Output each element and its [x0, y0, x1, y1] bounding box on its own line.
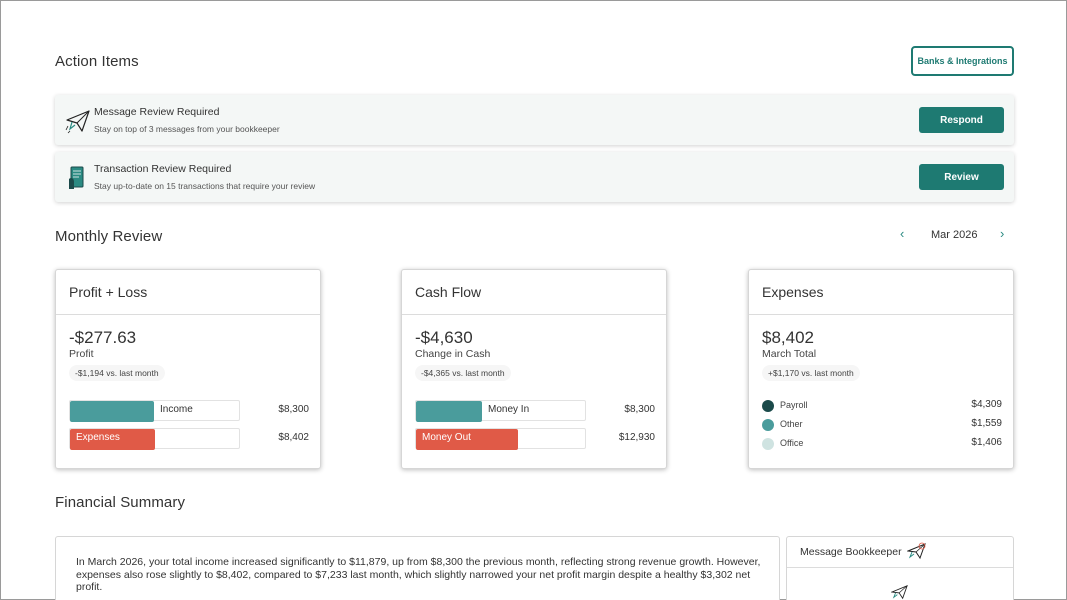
change-badge: -$4,365 vs. last month	[415, 365, 511, 381]
money-in-value: $8,300	[624, 404, 655, 415]
legend-label: Office	[780, 438, 804, 448]
chevron-right-icon[interactable]: ›	[1000, 226, 1004, 241]
change-badge: -$1,194 vs. last month	[69, 365, 165, 381]
legend-label: Other	[780, 419, 803, 429]
transaction-review-title: Transaction Review Required	[94, 163, 232, 175]
paper-plane-icon[interactable]	[907, 542, 927, 560]
profit-loss-card[interactable]: Profit + Loss -$277.63 Profit -$1,194 vs…	[55, 269, 321, 469]
expenses-label: Expenses	[76, 432, 120, 443]
money-out-value: $12,930	[618, 432, 655, 443]
income-label: Income	[160, 404, 193, 415]
expenses-value: $8,402	[278, 432, 309, 443]
respond-button[interactable]: Respond	[919, 107, 1004, 133]
legend-value: $1,559	[971, 418, 1002, 429]
monthly-review-title: Monthly Review	[55, 228, 163, 245]
divider	[56, 314, 320, 315]
message-bookkeeper-header: Message Bookkeeper	[787, 537, 1013, 568]
message-review-card: Message Review Required Stay on top of 3…	[55, 95, 1014, 145]
legend-dot	[762, 438, 774, 450]
financial-summary-text: In March 2026, your total income increas…	[76, 556, 761, 593]
message-review-description: Stay on top of 3 messages from your book…	[94, 124, 280, 134]
bar-track	[69, 400, 240, 422]
legend-label: Payroll	[780, 400, 808, 410]
message-bookkeeper-title: Message Bookkeeper	[800, 546, 902, 558]
paper-plane-icon	[65, 110, 90, 134]
transaction-review-description: Stay up-to-date on 15 transactions that …	[94, 181, 316, 191]
cash-amount: -$4,630	[415, 328, 473, 347]
divider	[402, 314, 666, 315]
profit-label: Profit	[69, 348, 94, 360]
money-in-bar	[416, 401, 482, 422]
money-out-bar-row: Money Out $12,930	[415, 428, 655, 450]
message-review-title: Message Review Required	[94, 106, 220, 118]
profit-amount: -$277.63	[69, 328, 137, 347]
card-title: Profit + Loss	[69, 284, 148, 300]
message-bookkeeper-panel: Message Bookkeeper	[786, 536, 1014, 600]
transaction-review-card: Transaction Review Required Stay up-to-d…	[55, 152, 1014, 202]
income-value: $8,300	[278, 404, 309, 415]
banks-integrations-button[interactable]: Banks & Integrations	[911, 46, 1014, 76]
receipt-icon	[69, 166, 84, 189]
legend-item-other: Other $1,559	[762, 418, 1002, 432]
legend-item-office: Office $1,406	[762, 437, 1002, 451]
income-bar	[70, 401, 154, 422]
divider	[749, 314, 1013, 315]
month-label: Mar 2026	[931, 229, 978, 241]
expenses-total-label: March Total	[762, 348, 817, 360]
expenses-amount: $8,402	[762, 328, 814, 347]
income-bar-row: Income $8,300	[69, 400, 309, 422]
change-badge: +$1,170 vs. last month	[762, 365, 860, 381]
legend-value: $1,406	[971, 437, 1002, 448]
financial-summary-title: Financial Summary	[55, 494, 186, 511]
card-title: Cash Flow	[415, 284, 482, 300]
legend-dot	[762, 400, 774, 412]
action-items-title: Action Items	[55, 53, 139, 70]
financial-summary-box: In March 2026, your total income increas…	[55, 536, 780, 600]
cash-flow-card[interactable]: Cash Flow -$4,630 Change in Cash -$4,365…	[401, 269, 667, 469]
cash-label: Change in Cash	[415, 348, 491, 360]
expenses-card[interactable]: Expenses $8,402 March Total +$1,170 vs. …	[748, 269, 1014, 469]
chevron-left-icon[interactable]: ‹	[900, 226, 904, 241]
money-in-label: Money In	[488, 404, 530, 415]
paper-plane-icon	[891, 584, 908, 600]
legend-item-payroll: Payroll $4,309	[762, 399, 1002, 413]
legend-dot	[762, 419, 774, 431]
card-title: Expenses	[762, 284, 824, 300]
money-in-bar-row: Money In $8,300	[415, 400, 655, 422]
legend-value: $4,309	[971, 399, 1002, 410]
expenses-bar-row: Expenses $8,402	[69, 428, 309, 450]
review-button[interactable]: Review	[919, 164, 1004, 190]
money-out-label: Money Out	[422, 432, 471, 443]
